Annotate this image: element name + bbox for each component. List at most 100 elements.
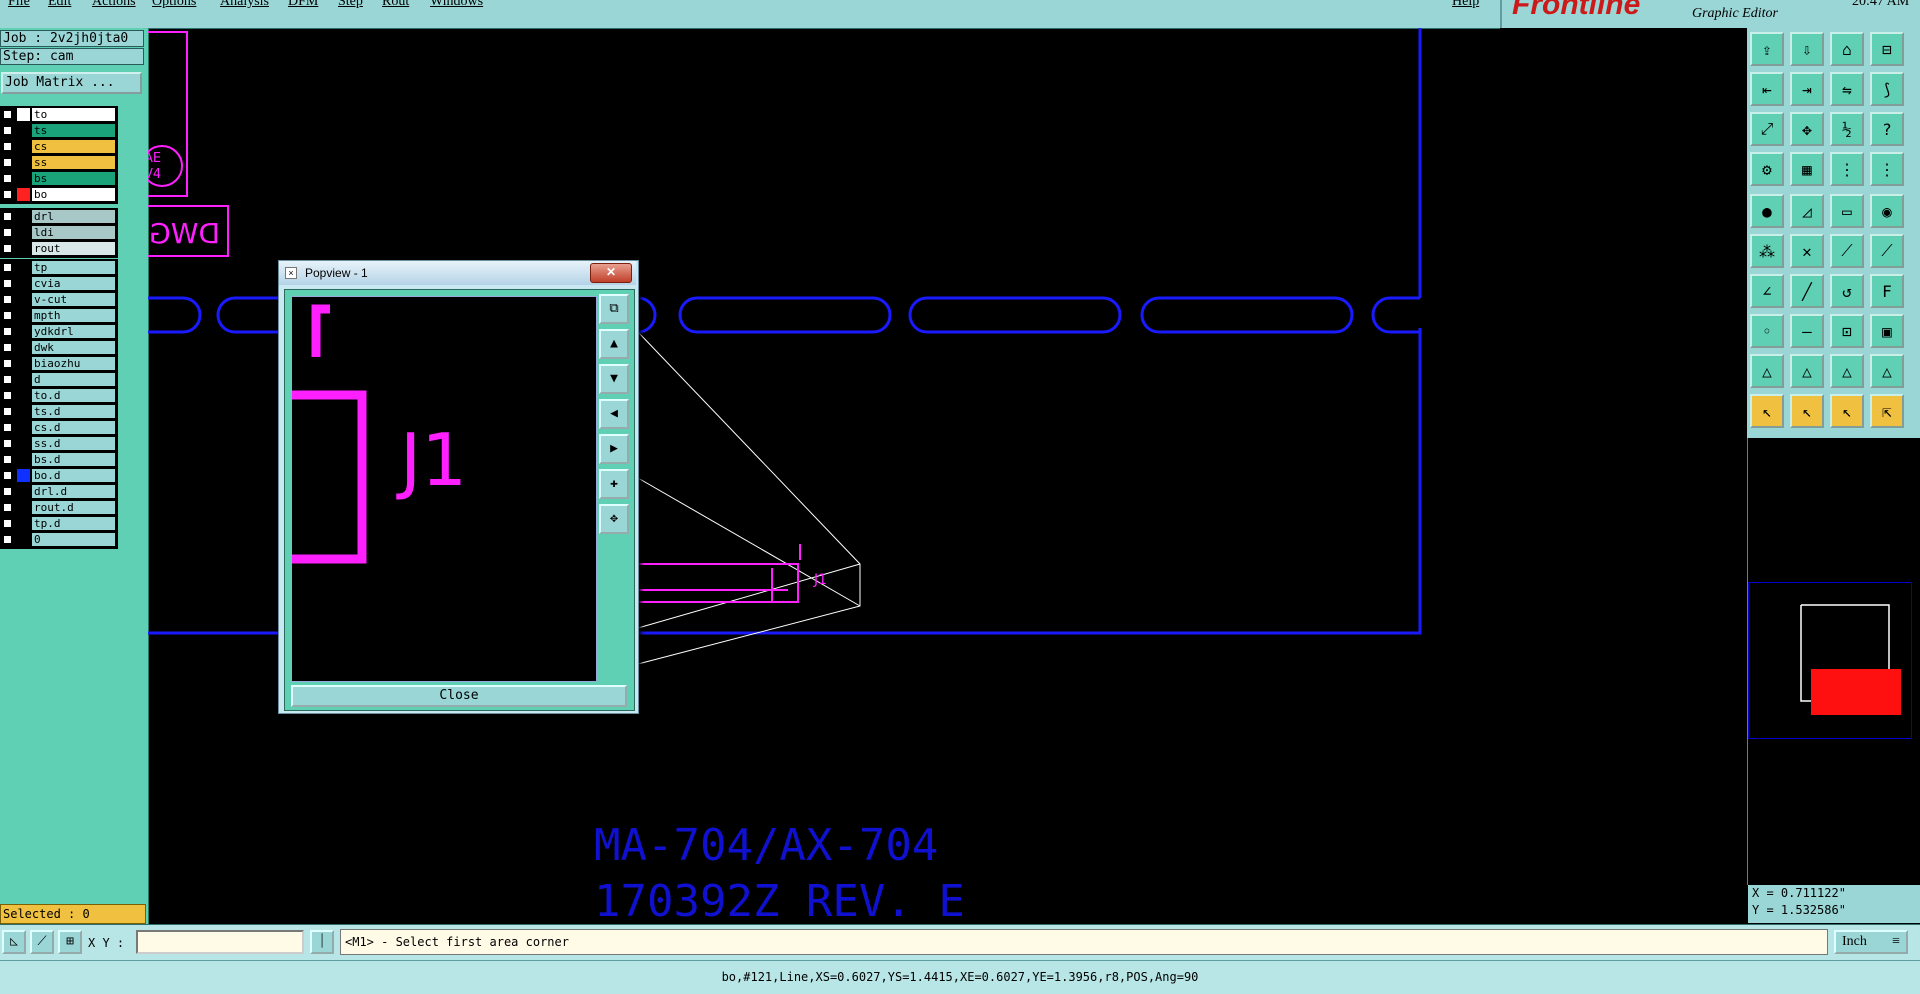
layer-checkbox[interactable] — [3, 174, 12, 183]
layer-checkbox[interactable] — [3, 142, 12, 151]
grid-icon[interactable]: ⊞ — [58, 930, 82, 954]
pv-pan-left-icon[interactable]: ◀ — [599, 399, 629, 429]
snap-icon[interactable]: ◺ — [2, 930, 26, 954]
layer-checkbox[interactable] — [3, 503, 12, 512]
pv-pan-right-icon[interactable]: ▶ — [599, 434, 629, 464]
via-icon[interactable]: ◉ — [1870, 194, 1904, 228]
tri-icon[interactable]: △ — [1750, 354, 1784, 388]
snap-icon[interactable]: ⊡ — [1830, 314, 1864, 348]
save-icon[interactable]: ⇩ — [1790, 32, 1824, 66]
layer-row[interactable]: bo.d — [0, 468, 118, 483]
layer-row[interactable]: cvia — [0, 276, 118, 291]
net-icon[interactable]: ⁂ — [1750, 234, 1784, 268]
layer-row[interactable]: to.d — [0, 388, 118, 403]
cross-icon[interactable]: ✕ — [1790, 234, 1824, 268]
pointer-alt-icon[interactable]: ↖ — [1790, 394, 1824, 428]
layers-icon[interactable]: ⋮ — [1830, 152, 1864, 186]
layer-checkbox[interactable] — [3, 212, 12, 221]
scale-icon[interactable]: ½ — [1830, 112, 1864, 146]
angle-icon[interactable]: ∠ — [1750, 274, 1784, 308]
layer-row[interactable]: tp.d — [0, 516, 118, 531]
layer-checkbox[interactable] — [3, 126, 12, 135]
cursor-icon[interactable]: ⏐ — [310, 930, 334, 954]
move-right-icon[interactable]: ⇥ — [1790, 72, 1824, 106]
menu-step[interactable]: Step — [338, 0, 363, 10]
layers-alt-icon[interactable]: ⋮ — [1870, 152, 1904, 186]
segment-icon[interactable]: — — [1790, 314, 1824, 348]
measure-icon[interactable]: ⟋ — [30, 930, 54, 954]
layer-checkbox[interactable] — [3, 295, 12, 304]
job-matrix-button[interactable]: Job Matrix ... — [1, 72, 142, 94]
pv-pan-up-icon[interactable]: ▲ — [599, 329, 629, 359]
close-icon[interactable]: ✕ — [590, 263, 632, 283]
xy-input[interactable] — [136, 930, 304, 954]
layer-checkbox[interactable] — [3, 343, 12, 352]
layer-row[interactable]: ss — [0, 155, 118, 170]
layer-checkbox[interactable] — [3, 110, 12, 119]
fit-icon[interactable]: ⤢ — [1750, 112, 1784, 146]
layer-row[interactable]: d — [0, 372, 118, 387]
open-icon[interactable]: ⇪ — [1750, 32, 1784, 66]
layer-checkbox[interactable] — [3, 407, 12, 416]
popview-close-button[interactable]: Close — [291, 685, 627, 707]
layer-checkbox[interactable] — [3, 375, 12, 384]
layer-row[interactable]: 0 — [0, 532, 118, 547]
layer-row[interactable]: ts.d — [0, 404, 118, 419]
popview-viewport[interactable]: J1 — [291, 296, 597, 682]
text-icon[interactable]: F — [1870, 274, 1904, 308]
pv-pan-down-icon[interactable]: ▼ — [599, 364, 629, 394]
flip-icon[interactable]: ⇋ — [1830, 72, 1864, 106]
layer-checkbox[interactable] — [3, 327, 12, 336]
layer-row[interactable]: bo — [0, 187, 118, 202]
layer-row[interactable]: biaozhu — [0, 356, 118, 371]
ruler-icon[interactable]: ▭ — [1830, 194, 1864, 228]
layer-row[interactable]: bs.d — [0, 452, 118, 467]
layer-checkbox[interactable] — [3, 190, 12, 199]
layer-row[interactable]: rout — [0, 241, 118, 256]
layer-checkbox[interactable] — [3, 158, 12, 167]
popview-titlebar[interactable]: × Popview - 1 ✕ — [279, 261, 636, 285]
layer-checkbox[interactable] — [3, 391, 12, 400]
settings-icon[interactable]: ⚙ — [1750, 152, 1784, 186]
layer-checkbox[interactable] — [3, 487, 12, 496]
tri-alt-icon[interactable]: △ — [1790, 354, 1824, 388]
pv-zoom-out-icon[interactable]: ✥ — [599, 504, 629, 534]
overview-minimap[interactable] — [1748, 582, 1912, 739]
layer-row[interactable]: drl — [0, 209, 118, 224]
menu-options[interactable]: Options — [152, 0, 196, 10]
layer-checkbox[interactable] — [3, 359, 12, 368]
rout-icon[interactable]: ⟆ — [1870, 72, 1904, 106]
menu-windows[interactable]: Windows — [430, 0, 483, 10]
line-icon[interactable]: ╱ — [1790, 274, 1824, 308]
arc-icon[interactable]: ↺ — [1830, 274, 1864, 308]
layer-row[interactable]: cs — [0, 139, 118, 154]
layer-row[interactable]: cs.d — [0, 420, 118, 435]
pad-icon[interactable]: ● — [1750, 194, 1784, 228]
pointer-select-icon[interactable]: ↖ — [1830, 394, 1864, 428]
connect-alt-icon[interactable]: ⟋ — [1870, 234, 1904, 268]
layout-icon[interactable]: ⊟ — [1870, 32, 1904, 66]
layer-row[interactable]: drl.d — [0, 484, 118, 499]
layer-row[interactable]: v-cut — [0, 292, 118, 307]
units-select[interactable]: Inch ≡ — [1834, 930, 1908, 954]
layer-checkbox[interactable] — [3, 311, 12, 320]
menu-actions[interactable]: Actions — [92, 0, 136, 10]
layer-checkbox[interactable] — [3, 535, 12, 544]
node-icon[interactable]: ◦ — [1750, 314, 1784, 348]
measure-icon[interactable]: ◿ — [1790, 194, 1824, 228]
pv-zoom-window-icon[interactable]: ⧉ — [599, 294, 629, 324]
layer-row[interactable]: ldi — [0, 225, 118, 240]
layer-checkbox[interactable] — [3, 455, 12, 464]
layer-checkbox[interactable] — [3, 423, 12, 432]
layer-row[interactable]: ts — [0, 123, 118, 138]
layer-checkbox[interactable] — [3, 263, 12, 272]
home-icon[interactable]: ⌂ — [1830, 32, 1864, 66]
move-left-icon[interactable]: ⇤ — [1750, 72, 1784, 106]
layer-checkbox[interactable] — [3, 228, 12, 237]
menu-file[interactable]: File — [8, 0, 30, 10]
fill-icon[interactable]: ▣ — [1870, 314, 1904, 348]
layer-row[interactable]: to — [0, 107, 118, 122]
layer-row[interactable]: tp — [0, 260, 118, 275]
menu-edit[interactable]: Edit — [48, 0, 71, 10]
layer-row[interactable]: bs — [0, 171, 118, 186]
